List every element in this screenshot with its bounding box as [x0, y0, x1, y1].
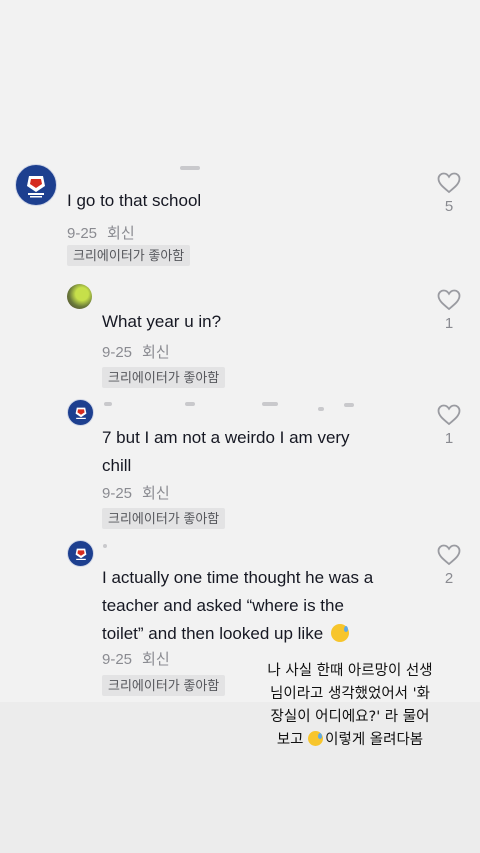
- username-blur: [318, 407, 324, 411]
- caption-line: 님이라고 생각했었어서 '화: [270, 686, 430, 702]
- heart-outline-icon: [437, 172, 461, 194]
- comment-text-line: toilet” and then looked up like: [102, 624, 324, 643]
- username-blur: [185, 402, 195, 406]
- reply-button[interactable]: 회신: [142, 485, 170, 502]
- like-count: 2: [444, 570, 454, 587]
- comment-meta: 9-25 회신: [67, 222, 135, 243]
- party-logo-icon: [75, 407, 86, 419]
- comment-meta: 9-25 회신: [102, 648, 170, 669]
- comment-text: What year u in?: [102, 312, 222, 331]
- comment-text: I actually one time thought he was a tea…: [102, 564, 373, 648]
- like-count: 5: [444, 198, 454, 215]
- like-count: 1: [444, 315, 454, 332]
- comment-text: I go to that school: [67, 191, 202, 210]
- comment-meta: 9-25 회신: [102, 482, 170, 503]
- username-blur: [104, 402, 112, 406]
- heart-outline-icon: [437, 289, 461, 311]
- commenter-avatar[interactable]: [67, 540, 94, 567]
- username-blur: [180, 166, 200, 170]
- like-button[interactable]: 1: [436, 404, 462, 447]
- comment-text-line: chill: [102, 456, 132, 475]
- creator-liked-badge: 크리에이터가 좋아함: [102, 508, 226, 529]
- heart-outline-icon: [437, 404, 461, 426]
- comment-text-line: 7 but I am not a weirdo I am very: [102, 428, 350, 447]
- reply-button[interactable]: 회신: [142, 651, 170, 668]
- party-logo-icon: [75, 548, 86, 560]
- comment-date: 9-25: [67, 225, 98, 242]
- creator-liked-badge: 크리에이터가 좋아함: [102, 675, 226, 696]
- comment-meta: 9-25 회신: [102, 341, 170, 362]
- heart-outline-icon: [437, 544, 461, 566]
- caption-line: 장실이 어디에요?' 라 물어: [270, 709, 430, 725]
- commenter-avatar[interactable]: [67, 399, 94, 426]
- party-logo-icon: [27, 176, 45, 198]
- caption-text: 보고: [276, 732, 304, 748]
- caption-line: 나 사실 한때 아르망이 선생: [267, 663, 433, 679]
- comment-date: 9-25: [102, 344, 133, 361]
- like-button[interactable]: 5: [436, 172, 462, 215]
- comment-text-line: teacher and asked “where is the: [102, 596, 344, 615]
- creator-liked-badge: 크리에이터가 좋아함: [67, 245, 191, 266]
- reply-button[interactable]: 회신: [107, 225, 135, 242]
- grinning-sweat-emoji-icon: [330, 624, 349, 642]
- username-blur: [103, 544, 107, 548]
- story-caption: 나 사실 한때 아르망이 선생 님이라고 생각했었어서 '화 장실이 어디에요?…: [250, 660, 450, 752]
- comment-text-line: I actually one time thought he was a: [102, 568, 374, 587]
- caption-text: 이렇게 올려다봄: [325, 732, 424, 748]
- comment-date: 9-25: [102, 651, 133, 668]
- like-button[interactable]: 2: [436, 544, 462, 587]
- commenter-avatar[interactable]: [67, 284, 92, 309]
- like-count: 1: [444, 430, 454, 447]
- creator-liked-badge: 크리에이터가 좋아함: [102, 367, 226, 388]
- commenter-avatar[interactable]: [15, 164, 57, 206]
- comment-text: 7 but I am not a weirdo I am very chill: [102, 424, 350, 480]
- username-blur: [344, 403, 354, 407]
- username-blur: [262, 402, 278, 406]
- grinning-sweat-emoji-icon: [308, 731, 324, 746]
- comment-date: 9-25: [102, 485, 133, 502]
- reply-button[interactable]: 회신: [142, 344, 170, 361]
- like-button[interactable]: 1: [436, 289, 462, 332]
- caption-line: 보고 이렇게 올려다봄: [250, 729, 450, 752]
